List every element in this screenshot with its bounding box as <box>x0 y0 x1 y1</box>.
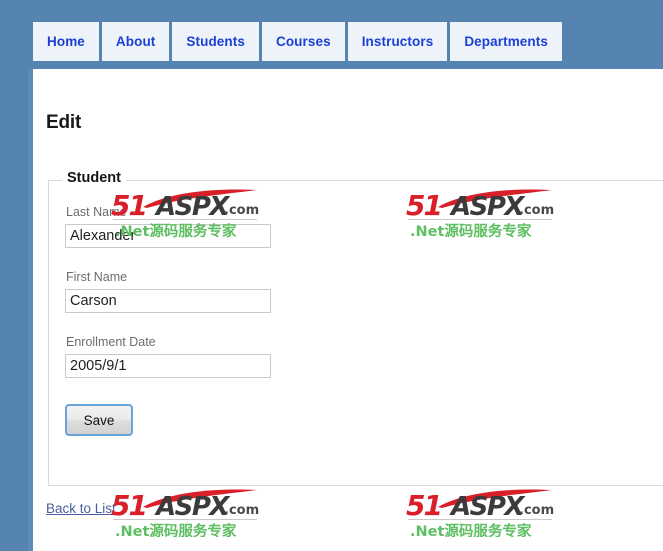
watermark-logo: 51 ASPX .com <box>406 489 555 522</box>
watermark-51aspx: 51 ASPX .com .Net源码服务专家 <box>111 489 260 540</box>
watermark-brand: ASPX <box>156 492 229 522</box>
bottom-strip <box>33 537 663 551</box>
save-button[interactable]: Save <box>65 404 133 436</box>
watermark-tld: .com <box>519 503 555 518</box>
page-title: Edit <box>46 112 82 133</box>
nav-tab-instructors[interactable]: Instructors <box>347 22 448 61</box>
back-to-list-link[interactable]: Back to List <box>46 501 116 516</box>
enrollment-date-input[interactable] <box>65 354 271 378</box>
nav-tab-about[interactable]: About <box>101 22 170 61</box>
watermark-brand: ASPX <box>451 492 524 522</box>
nav-tab-students[interactable]: Students <box>172 22 259 61</box>
last-name-label: Last Name <box>66 205 127 219</box>
watermark-number: 51 <box>406 489 443 522</box>
nav-tab-home[interactable]: Home <box>33 22 99 61</box>
watermark-51aspx: 51 ASPX .com .Net源码服务专家 <box>406 489 555 540</box>
main-navigation: Home About Students Courses Instructors … <box>33 22 565 61</box>
enrollment-date-label: Enrollment Date <box>66 335 156 349</box>
fieldset-legend: Student <box>62 170 126 186</box>
watermark-tld: .com <box>224 503 260 518</box>
first-name-input[interactable] <box>65 289 271 313</box>
watermark-logo: 51 ASPX .com <box>111 489 260 522</box>
watermark-rule <box>113 519 257 520</box>
first-name-label: First Name <box>66 270 128 284</box>
nav-tab-departments[interactable]: Departments <box>450 22 562 61</box>
watermark-rule <box>408 519 552 520</box>
nav-tab-courses[interactable]: Courses <box>261 22 345 61</box>
watermark-number: 51 <box>111 489 148 522</box>
watermark-swoosh-icon <box>438 489 552 508</box>
watermark-swoosh-icon <box>143 489 257 508</box>
content-area: Edit Student Last Name First Name Enroll… <box>33 69 663 551</box>
last-name-input[interactable] <box>65 224 271 248</box>
